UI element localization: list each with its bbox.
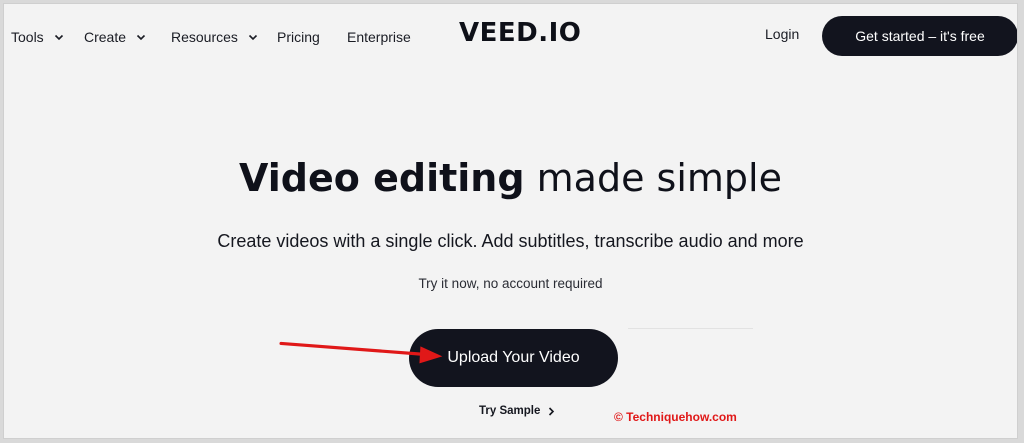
chevron-down-icon	[54, 34, 63, 41]
watermark: © Techniquehow.com	[614, 410, 737, 424]
nav-tools[interactable]: Tools	[11, 26, 64, 48]
chevron-down-icon	[136, 34, 146, 41]
nav-resources-label: Resources	[171, 29, 238, 45]
login-link[interactable]: Login	[765, 26, 799, 42]
hero-title: Video editing made simple	[4, 156, 1017, 200]
chevron-right-icon	[549, 406, 555, 416]
try-sample-label: Try Sample	[479, 405, 541, 417]
get-started-button[interactable]: Get started – it's free	[822, 16, 1017, 56]
nav-pricing-label: Pricing	[277, 29, 320, 45]
hero-title-bold: Video editing	[239, 156, 525, 200]
nav-pricing[interactable]: Pricing	[277, 26, 320, 48]
nav-enterprise[interactable]: Enterprise	[347, 26, 411, 48]
page-frame: Tools Create Resources Pricing Enterpris…	[3, 3, 1018, 439]
no-account-note: Try it now, no account required	[418, 276, 603, 291]
brand-logo[interactable]: VEED.IO	[459, 18, 581, 48]
hero-title-rest: made simple	[524, 156, 782, 200]
nav-create[interactable]: Create	[84, 26, 146, 48]
nav-enterprise-label: Enterprise	[347, 29, 411, 45]
nav-resources[interactable]: Resources	[171, 26, 258, 48]
chevron-down-icon	[248, 34, 257, 41]
try-sample-link[interactable]: Try Sample	[479, 405, 555, 417]
divider	[628, 328, 753, 329]
upload-video-button[interactable]: Upload Your Video	[409, 329, 618, 387]
nav-tools-label: Tools	[11, 29, 44, 45]
hero-subtitle: Create videos with a single click. Add s…	[217, 231, 804, 251]
top-nav: Tools Create Resources Pricing Enterpris…	[4, 4, 1017, 70]
nav-create-label: Create	[84, 29, 127, 45]
